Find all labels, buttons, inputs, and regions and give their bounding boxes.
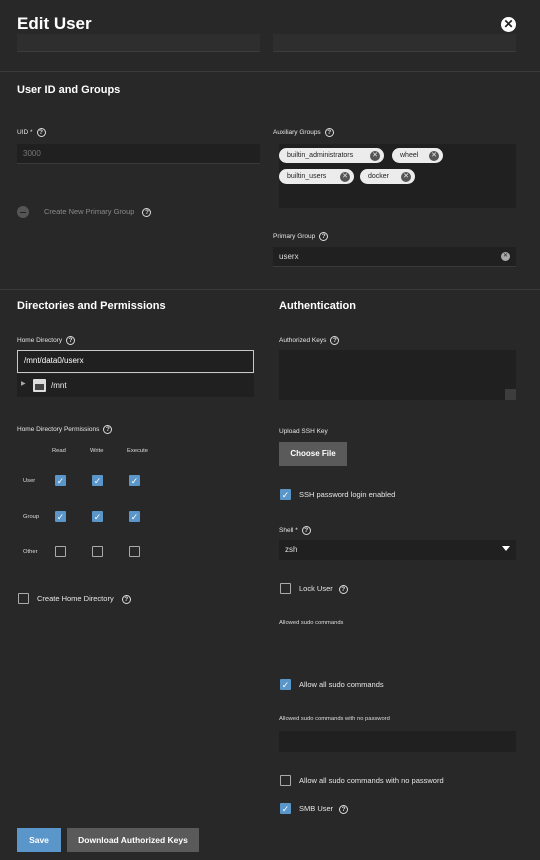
- perm-col-write: Write: [90, 448, 104, 454]
- create-primary-group-label: Create New Primary Group?: [44, 207, 152, 217]
- dir-tree[interactable]: ▶ /mnt: [17, 374, 254, 397]
- clear-icon[interactable]: ✕: [501, 252, 510, 261]
- uid-input[interactable]: 3000: [17, 144, 260, 164]
- smb-user-label: SMB User?: [299, 804, 349, 814]
- create-home-checkbox[interactable]: [18, 593, 29, 604]
- allow-all-sudo-nopasswd-label: Allow all sudo commands with no password: [299, 776, 444, 785]
- smb-user-checkbox[interactable]: ✓: [280, 803, 291, 814]
- remove-chip-icon[interactable]: ✕: [429, 150, 439, 161]
- allow-all-sudo-checkbox[interactable]: ✓: [280, 679, 291, 690]
- clipped-field-right[interactable]: [273, 34, 516, 52]
- help-icon[interactable]: ?: [36, 128, 46, 137]
- perm-group-read-checkbox[interactable]: ✓: [55, 511, 66, 522]
- perm-row-user: User: [23, 478, 36, 484]
- clipped-field-left[interactable]: [17, 34, 260, 52]
- section-title-authentication: Authentication: [279, 300, 356, 312]
- section-divider: [0, 289, 540, 290]
- chip-wheel: wheel ✕: [392, 148, 443, 163]
- lock-user-checkbox[interactable]: [280, 583, 291, 594]
- authorized-keys-textarea[interactable]: [279, 350, 516, 400]
- chevron-down-icon[interactable]: [502, 546, 510, 551]
- perm-other-write-checkbox[interactable]: [92, 546, 103, 557]
- help-icon[interactable]: ?: [301, 526, 311, 535]
- uid-label: UID *?: [17, 128, 46, 137]
- save-button[interactable]: Save: [17, 828, 61, 852]
- perm-user-write-checkbox[interactable]: ✓: [92, 475, 103, 486]
- ssh-password-checkbox[interactable]: ✓: [280, 489, 291, 500]
- authorized-keys-label: Authorized Keys?: [279, 336, 340, 345]
- allow-all-sudo-label: Allow all sudo commands: [299, 680, 384, 689]
- storage-icon: [33, 379, 46, 392]
- ssh-password-label: SSH password login enabled: [299, 490, 396, 499]
- help-icon[interactable]: ?: [330, 336, 340, 345]
- sudo-nopasswd-input[interactable]: [279, 731, 516, 752]
- allow-all-sudo-nopasswd-checkbox[interactable]: [280, 775, 291, 786]
- help-icon[interactable]: ?: [121, 594, 131, 604]
- remove-chip-icon[interactable]: ✕: [370, 150, 380, 161]
- home-dir-input[interactable]: /mnt/data0/userx: [17, 350, 254, 373]
- help-icon[interactable]: ?: [339, 804, 349, 814]
- primary-group-label: Primary Group?: [273, 232, 329, 241]
- dialog-title: Edit User: [17, 14, 92, 33]
- expand-icon[interactable]: ▶: [21, 380, 26, 387]
- close-icon[interactable]: ✕: [501, 17, 516, 32]
- chip-docker: docker ✕: [360, 169, 415, 184]
- download-authorized-keys-button[interactable]: Download Authorized Keys: [67, 828, 199, 852]
- chip-builtin-administrators: builtin_administrators ✕: [279, 148, 384, 163]
- tree-item-mnt[interactable]: /mnt: [51, 381, 67, 390]
- choose-file-button[interactable]: Choose File: [279, 442, 347, 466]
- help-icon[interactable]: ?: [319, 232, 329, 241]
- section-divider: [0, 71, 540, 72]
- create-home-label: Create Home Directory?: [37, 594, 131, 604]
- section-title-directories: Directories and Permissions: [17, 300, 166, 312]
- help-icon[interactable]: ?: [142, 207, 152, 217]
- help-icon[interactable]: ?: [324, 128, 334, 137]
- shell-label: Shell *?: [279, 526, 311, 535]
- toggle-off-icon[interactable]: [17, 206, 29, 218]
- perm-row-other: Other: [23, 549, 38, 555]
- resize-handle[interactable]: [505, 389, 516, 400]
- primary-group-input[interactable]: userx: [273, 247, 516, 267]
- perm-group-write-checkbox[interactable]: ✓: [92, 511, 103, 522]
- perm-row-group: Group: [23, 514, 40, 520]
- home-dir-label: Home Directory?: [17, 336, 76, 345]
- perm-user-execute-checkbox[interactable]: ✓: [129, 475, 140, 486]
- upload-ssh-label: Upload SSH Key: [279, 428, 328, 435]
- aux-groups-label: Auxiliary Groups?: [273, 128, 334, 137]
- sudo-commands-chip-input[interactable]: [279, 632, 516, 662]
- help-icon[interactable]: ?: [66, 336, 76, 345]
- perm-col-execute: Execute: [127, 448, 148, 454]
- perm-group-execute-checkbox[interactable]: ✓: [129, 511, 140, 522]
- perm-other-read-checkbox[interactable]: [55, 546, 66, 557]
- help-icon[interactable]: ?: [103, 425, 113, 434]
- perm-col-read: Read: [52, 448, 66, 454]
- remove-chip-icon[interactable]: ✕: [401, 171, 411, 182]
- aux-groups-chip-list[interactable]: builtin_administrators ✕ wheel ✕ builtin_u…: [279, 144, 516, 208]
- perm-other-execute-checkbox[interactable]: [129, 546, 140, 557]
- help-icon[interactable]: ?: [338, 584, 348, 594]
- sudo-commands-label: Allowed sudo commands: [279, 620, 344, 626]
- remove-chip-icon[interactable]: ✕: [340, 171, 350, 182]
- shell-select[interactable]: zsh: [279, 540, 516, 560]
- sudo-nopasswd-label: Allowed sudo commands with no password: [279, 716, 390, 722]
- section-title-user-id-groups: User ID and Groups: [17, 84, 121, 96]
- perm-user-read-checkbox[interactable]: ✓: [55, 475, 66, 486]
- home-perm-label: Home Directory Permissions?: [17, 425, 113, 434]
- lock-user-label: Lock User?: [299, 584, 348, 594]
- chip-builtin-users: builtin_users ✕: [279, 169, 354, 184]
